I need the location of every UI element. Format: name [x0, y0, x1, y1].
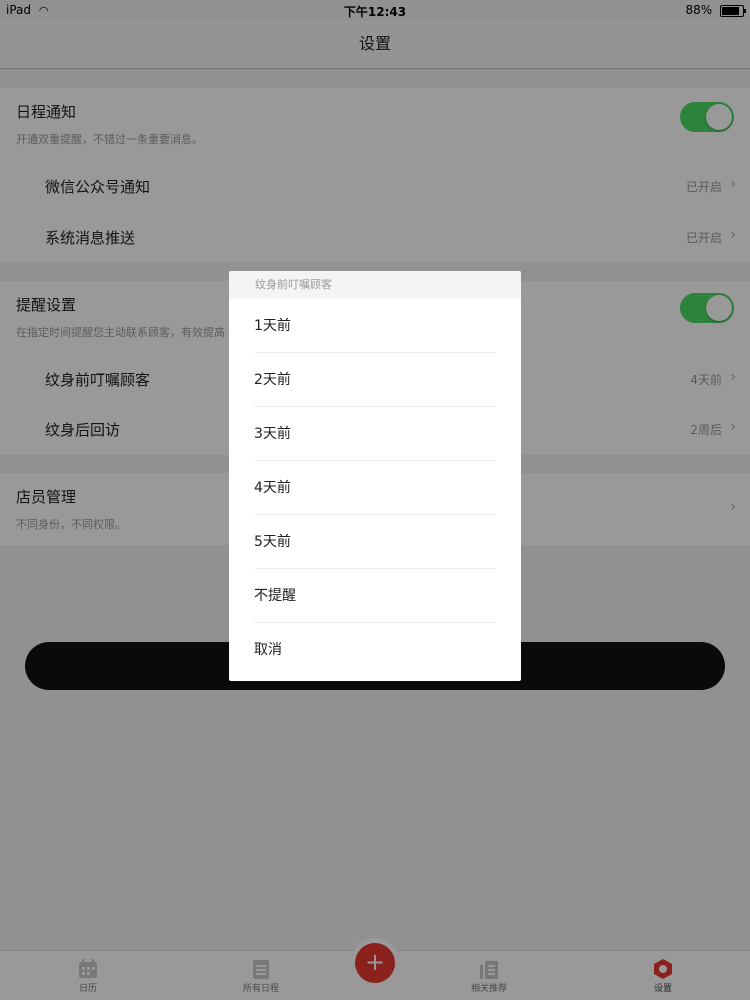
- cancel-button[interactable]: 取消: [229, 623, 521, 677]
- option-1-day-before[interactable]: 1天前: [229, 299, 521, 353]
- option-no-reminder[interactable]: 不提醒: [229, 569, 521, 623]
- option-5-days-before[interactable]: 5天前: [229, 515, 521, 569]
- action-sheet-title: 纹身前叮嘱顾客: [229, 271, 521, 299]
- reminder-time-action-sheet: 纹身前叮嘱顾客 1天前 2天前 3天前 4天前 5天前 不提醒 取消: [229, 271, 521, 681]
- option-2-days-before[interactable]: 2天前: [229, 353, 521, 407]
- option-3-days-before[interactable]: 3天前: [229, 407, 521, 461]
- option-4-days-before[interactable]: 4天前: [229, 461, 521, 515]
